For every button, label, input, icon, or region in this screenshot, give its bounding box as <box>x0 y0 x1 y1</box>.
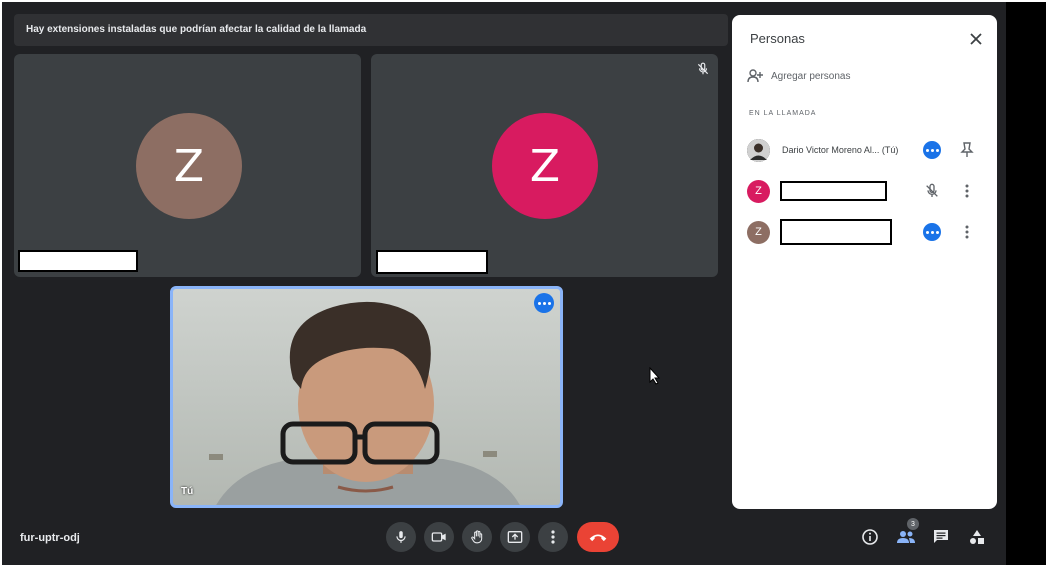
add-people-label: Agregar personas <box>771 70 851 82</box>
mic-off-icon <box>697 62 709 75</box>
more-options-icon[interactable] <box>964 224 970 240</box>
redacted-name-label <box>18 250 138 272</box>
user-photo-icon <box>747 138 770 162</box>
avatar: Z <box>747 179 770 203</box>
meet-window: Hay extensiones instaladas que podrían a… <box>2 2 1006 565</box>
more-options-icon[interactable] <box>964 183 970 199</box>
self-video-tile[interactable]: Tú <box>170 286 563 508</box>
leave-call-button[interactable] <box>577 522 619 552</box>
pin-icon[interactable] <box>960 142 974 158</box>
screen-edge <box>1006 2 1046 565</box>
microphone-button[interactable] <box>386 522 416 552</box>
participant-tile[interactable]: Z <box>14 54 361 277</box>
camera-icon <box>431 532 446 542</box>
avatar: Z <box>747 220 770 244</box>
participant-row[interactable]: Dario Victor Moreno Al... (Tú) <box>747 138 987 162</box>
people-icon <box>897 531 915 543</box>
activities-icon <box>970 530 984 544</box>
close-icon[interactable] <box>969 32 983 46</box>
participants-count-badge: 3 <box>907 518 919 530</box>
mic-off-icon <box>926 183 938 197</box>
hang-up-icon <box>589 534 607 542</box>
hand-icon <box>471 530 483 544</box>
redacted-name-label <box>376 250 488 274</box>
raise-hand-button[interactable] <box>462 522 492 552</box>
chat-icon <box>934 530 948 543</box>
redacted-participant-name <box>780 181 887 201</box>
mic-icon <box>396 531 406 543</box>
people-panel: Personas Agregar personas EN LA LLAMADA <box>732 15 997 509</box>
in-call-section-label: EN LA LLAMADA <box>749 110 817 117</box>
participant-row[interactable]: Z <box>747 179 987 203</box>
meeting-code: fur-uptr-odj <box>20 532 80 544</box>
activities-button[interactable] <box>966 526 988 548</box>
info-icon <box>862 529 878 545</box>
self-label: Tú <box>181 486 194 497</box>
self-video-person <box>216 301 520 505</box>
banner-text: Hay extensiones instaladas que podrían a… <box>26 24 367 35</box>
add-person-icon <box>747 69 763 83</box>
mouse-cursor-icon <box>649 367 661 385</box>
participant-row[interactable]: Z <box>747 219 987 245</box>
more-vertical-icon <box>551 530 555 544</box>
meeting-details-button[interactable] <box>859 526 881 548</box>
camera-button[interactable] <box>424 522 454 552</box>
participant-avatar: Z <box>136 113 242 219</box>
redacted-participant-name <box>780 219 892 245</box>
speaking-indicator-icon <box>534 293 554 313</box>
extensions-warning-banner: Hay extensiones instaladas que podrían a… <box>14 14 728 46</box>
avatar <box>747 138 770 162</box>
speaking-icon <box>923 223 941 241</box>
participant-tile[interactable]: Z <box>371 54 718 277</box>
more-options-button[interactable] <box>538 522 568 552</box>
participant-name: Dario Victor Moreno Al... (Tú) <box>782 145 899 155</box>
present-icon <box>507 531 523 543</box>
panel-title: Personas <box>750 31 805 46</box>
add-people-button[interactable]: Agregar personas <box>747 69 851 83</box>
speaking-icon <box>923 141 941 159</box>
chat-button[interactable] <box>930 526 952 548</box>
present-screen-button[interactable] <box>500 522 530 552</box>
participant-avatar: Z <box>492 113 598 219</box>
